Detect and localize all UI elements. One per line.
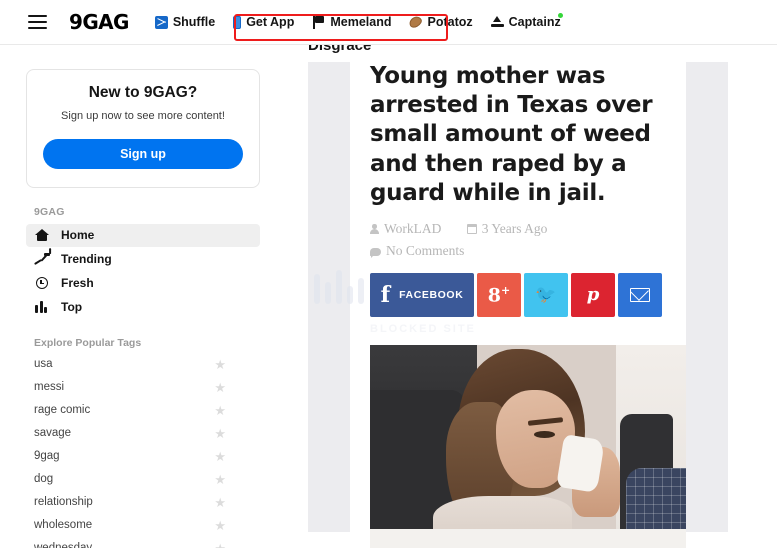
comment-bubble-icon xyxy=(370,247,381,259)
nav-link-captainz[interactable]: Captainz xyxy=(490,13,563,29)
tag-label: messi xyxy=(34,381,65,394)
phone-icon xyxy=(233,15,242,29)
tag-row[interactable]: wholesome ★ xyxy=(26,514,260,537)
article-rail-right xyxy=(686,62,728,532)
top-navigation-bar: 9GAG Shuffle Get App Memeland Potatoz Ca… xyxy=(0,0,777,45)
star-icon[interactable]: ★ xyxy=(214,496,226,509)
sidebar-item-home-label: Home xyxy=(61,228,95,243)
left-sidebar: New to 9GAG? Sign up now to see more con… xyxy=(0,45,290,548)
envelope-icon xyxy=(630,287,650,302)
9gag-logo[interactable]: 9GAG xyxy=(69,10,129,34)
nav-link-potatoz-label: Potatoz xyxy=(427,15,473,29)
tag-row[interactable]: 9gag ★ xyxy=(26,445,260,468)
faded-watermark-text: BLOCKED SITE xyxy=(370,322,476,335)
sidebar-item-top[interactable]: Top xyxy=(26,296,260,319)
star-icon[interactable]: ★ xyxy=(214,450,226,463)
sidebar-item-home[interactable]: Home xyxy=(26,223,260,247)
captain-stamp-icon xyxy=(490,16,504,29)
signup-promo-title: New to 9GAG? xyxy=(88,84,198,101)
post-title[interactable]: Disgrace xyxy=(308,45,777,55)
explore-tags-label: Explore Popular Tags xyxy=(34,336,142,349)
hamburger-menu-icon[interactable] xyxy=(28,15,47,29)
nav-link-get-app[interactable]: Get App xyxy=(233,15,294,29)
tag-label: 9gag xyxy=(34,450,60,463)
signup-promo-subtitle: Sign up now to see more content! xyxy=(61,110,225,122)
article-comments: No Comments xyxy=(370,241,464,262)
shuffle-icon xyxy=(154,15,168,29)
sidebar-item-trending-label: Trending xyxy=(61,252,112,267)
placeholder-bars xyxy=(314,270,364,304)
star-icon[interactable]: ★ xyxy=(214,404,226,417)
sidebar-section-label: 9GAG xyxy=(34,205,65,218)
trending-icon xyxy=(34,248,52,266)
sidebar-item-fresh[interactable]: Fresh xyxy=(26,272,260,295)
star-icon[interactable]: ★ xyxy=(214,519,226,532)
bar-chart-icon xyxy=(34,301,49,314)
pinterest-icon: p xyxy=(586,284,600,306)
tag-row[interactable]: savage ★ xyxy=(26,422,260,445)
notification-dot-icon xyxy=(557,13,563,18)
photo-eye xyxy=(534,430,555,438)
tag-row[interactable]: rage comic ★ xyxy=(26,399,260,422)
google-plus-icon: 8+ xyxy=(487,283,511,306)
facebook-icon: f xyxy=(380,281,391,308)
tag-row[interactable]: usa ★ xyxy=(26,353,260,376)
tag-label: wednesday xyxy=(34,542,92,548)
signup-promo-card: New to 9GAG? Sign up now to see more con… xyxy=(26,69,260,188)
tag-row[interactable]: relationship ★ xyxy=(26,491,260,514)
main-content-area: Disgrace Young mother was arrested in Te… xyxy=(290,45,777,548)
sidebar-item-top-label: Top xyxy=(61,300,83,315)
nav-link-get-app-label: Get App xyxy=(246,15,295,29)
photo-tissue xyxy=(555,434,605,494)
nav-link-memeland-label: Memeland xyxy=(330,15,392,29)
article-photo xyxy=(370,344,686,548)
nav-link-shuffle[interactable]: Shuffle xyxy=(154,15,216,29)
twitter-bird-icon: 🐦 xyxy=(535,285,557,305)
signup-button[interactable]: Sign up xyxy=(43,138,243,169)
article-date: 3 Years Ago xyxy=(466,219,548,240)
home-icon xyxy=(34,229,49,242)
article-author-label: WorkLAD xyxy=(384,221,442,237)
star-icon[interactable]: ★ xyxy=(214,473,226,486)
sidebar-item-trending[interactable]: Trending xyxy=(26,248,260,271)
nav-link-captainz-label: Captainz xyxy=(508,15,561,29)
article-body: Young mother was arrested in Texas over … xyxy=(370,62,686,548)
tag-label: savage xyxy=(34,427,72,440)
tag-label: usa xyxy=(34,358,53,371)
nav-link-memeland[interactable]: Memeland xyxy=(312,15,391,29)
article-meta: WorkLAD 3 Years Ago No Comments xyxy=(370,219,686,263)
share-button-facebook-label: FACEBOOK xyxy=(399,288,464,301)
sidebar-item-fresh-label: Fresh xyxy=(61,276,94,291)
star-icon[interactable]: ★ xyxy=(214,427,226,440)
potato-icon xyxy=(407,14,425,30)
article-date-label: 3 Years Ago xyxy=(481,221,548,237)
tag-label: rage comic xyxy=(34,404,91,417)
share-button-twitter[interactable]: 🐦 xyxy=(524,272,568,317)
tag-row[interactable]: messi ★ xyxy=(26,376,260,399)
tag-row[interactable]: wednesday ★ xyxy=(26,537,260,548)
photo-desk xyxy=(370,529,686,548)
flag-icon xyxy=(312,15,325,29)
calendar-icon xyxy=(466,224,477,235)
tag-label: dog xyxy=(34,473,54,486)
share-button-facebook[interactable]: f FACEBOOK xyxy=(370,272,474,317)
nav-link-shuffle-label: Shuffle xyxy=(172,15,216,29)
embedded-article-card: Young mother was arrested in Texas over … xyxy=(308,62,728,548)
tag-label: wholesome xyxy=(34,519,93,532)
article-comments-label: No Comments xyxy=(386,243,465,259)
clock-icon xyxy=(34,277,49,290)
article-headline: Young mother was arrested in Texas over … xyxy=(370,63,653,206)
tag-label: relationship xyxy=(34,496,93,509)
star-icon[interactable]: ★ xyxy=(214,358,226,371)
article-author: WorkLAD xyxy=(370,219,441,240)
person-icon xyxy=(370,224,379,234)
tag-row[interactable]: dog ★ xyxy=(26,468,260,491)
share-button-googleplus[interactable]: 8+ xyxy=(477,272,521,317)
nav-link-potatoz[interactable]: Potatoz xyxy=(407,14,473,30)
star-icon[interactable]: ★ xyxy=(214,542,226,548)
social-share-row: f FACEBOOK 8+ 🐦 p xyxy=(370,272,686,317)
star-icon[interactable]: ★ xyxy=(214,381,226,394)
share-button-email[interactable] xyxy=(618,272,662,317)
share-button-pinterest[interactable]: p xyxy=(571,272,615,317)
